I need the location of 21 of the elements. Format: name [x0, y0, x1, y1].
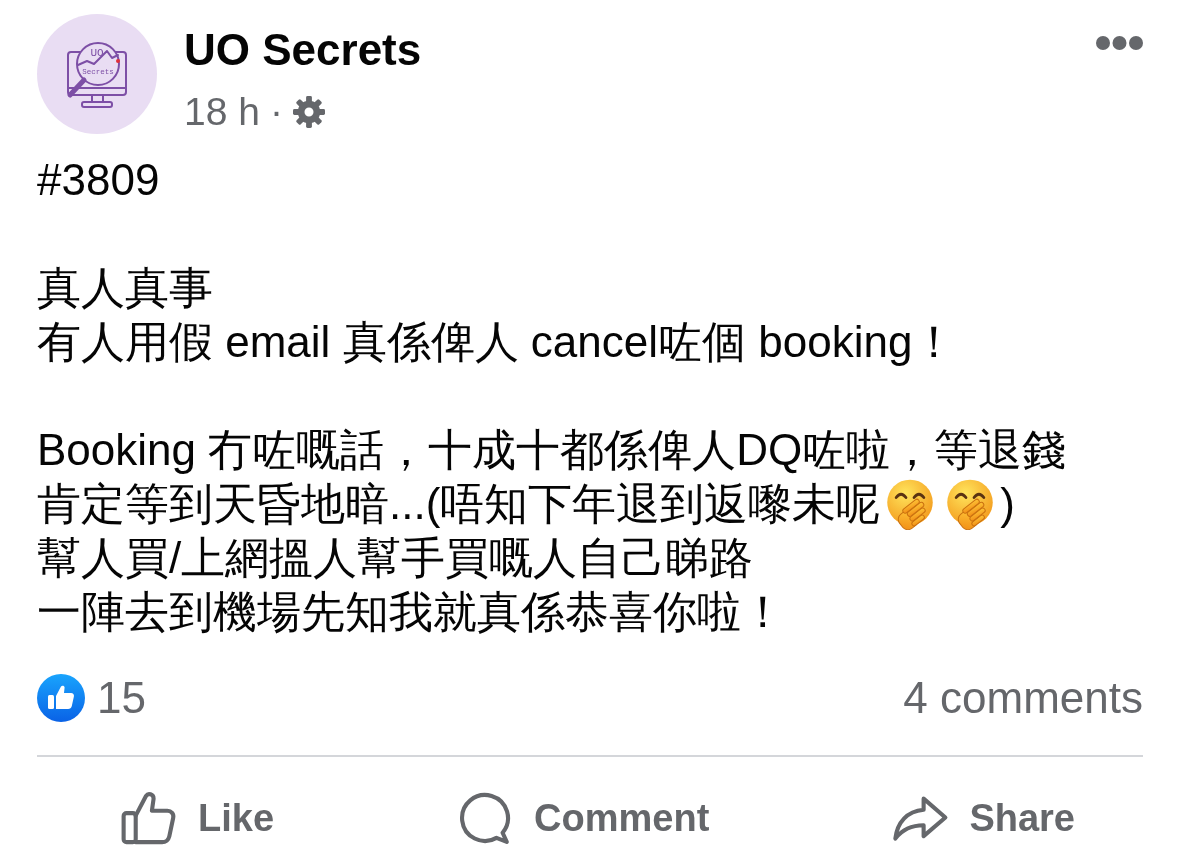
comments-count[interactable]: 4 comments — [903, 674, 1143, 722]
like-reaction-icon — [37, 674, 85, 722]
more-button[interactable] — [1096, 36, 1143, 50]
comment-button[interactable]: Comment — [456, 786, 710, 850]
post-text: 一陣去到機場先知我就真係恭喜你啦！ — [37, 586, 786, 638]
post-time[interactable]: 18 h — [184, 90, 260, 134]
like-button[interactable]: Like — [120, 786, 275, 850]
post-text: #3809 — [37, 154, 161, 206]
post-text: Booking 冇咗嘅話，十成十都係俾人DQ咗啦，等退錢 — [37, 424, 1068, 476]
post-text: 肯定等到天昏地暗...(唔知下年退到返嚟未呢 — [37, 478, 881, 530]
more-icon — [1096, 36, 1143, 50]
thumbs-up-icon — [120, 789, 178, 847]
gear-icon — [292, 96, 325, 128]
post-text: 有人用假 email 真係俾人 cancel咗個 booking！ — [37, 316, 958, 368]
post-text: ) — [1000, 478, 1015, 530]
separator-dot: · — [269, 90, 283, 134]
post-text: 真人真事 — [37, 262, 214, 314]
post-text: 幫人買/上網搵人幫手買嘅人自己睇路 — [37, 532, 755, 584]
author-name[interactable]: UO Secrets — [184, 24, 422, 76]
like-count[interactable]: 15 — [97, 674, 146, 722]
share-button[interactable]: Share — [891, 786, 1075, 850]
